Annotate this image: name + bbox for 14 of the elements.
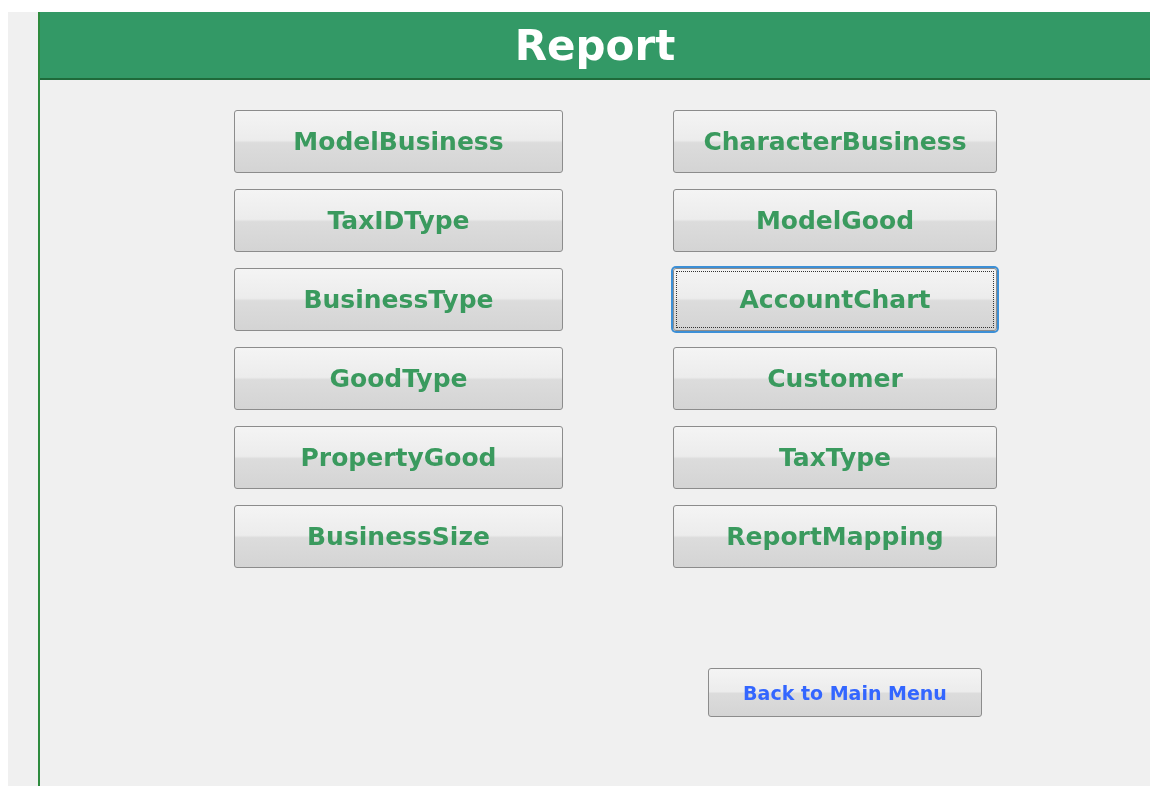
- back-button[interactable]: Back to Main Menu: [708, 668, 982, 717]
- report-button[interactable]: ModelBusiness: [234, 110, 563, 173]
- page-title: Report: [514, 20, 676, 70]
- report-button[interactable]: BusinessSize: [234, 505, 563, 568]
- report-button[interactable]: TaxType: [673, 426, 997, 489]
- report-button[interactable]: ModelGood: [673, 189, 997, 252]
- report-button[interactable]: CharacterBusiness: [673, 110, 997, 173]
- report-button[interactable]: AccountChart: [673, 268, 997, 331]
- report-button[interactable]: TaxIDType: [234, 189, 563, 252]
- report-button[interactable]: Customer: [673, 347, 997, 410]
- report-button[interactable]: ReportMapping: [673, 505, 997, 568]
- report-button[interactable]: BusinessType: [234, 268, 563, 331]
- report-button[interactable]: GoodType: [234, 347, 563, 410]
- report-button[interactable]: PropertyGood: [234, 426, 563, 489]
